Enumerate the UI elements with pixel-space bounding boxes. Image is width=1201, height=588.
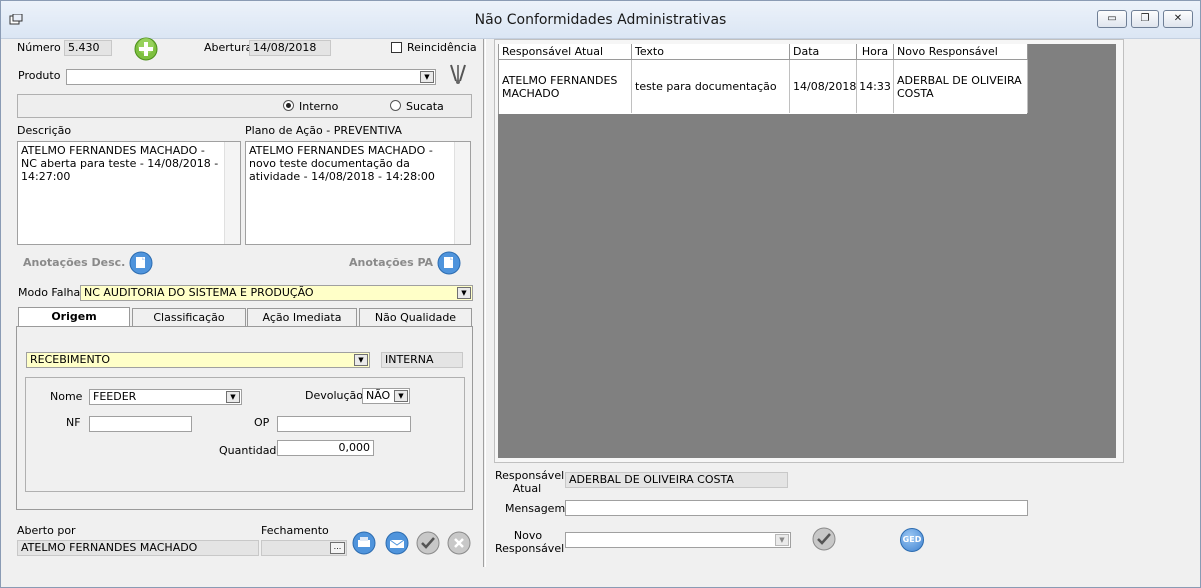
origem-tipo-select[interactable]: RECEBIMENTO ▼: [26, 352, 370, 368]
mensagem-field[interactable]: [565, 500, 1028, 516]
tab-acao-imediata[interactable]: Ação Imediata: [247, 308, 357, 326]
minimize-button[interactable]: ▭: [1097, 10, 1127, 28]
devolucao-select[interactable]: NÃO ▼: [362, 388, 410, 404]
aberto-por-label: Aberto por: [17, 524, 76, 537]
grid-header-data[interactable]: Data: [790, 44, 857, 60]
nf-label: NF: [66, 416, 81, 429]
quantidade-field[interactable]: 0,000: [277, 440, 374, 456]
tools-icon[interactable]: [447, 63, 469, 85]
descricao-text: ATELMO FERNANDES MACHADO - NC aberta par…: [21, 144, 219, 183]
fechamento-field[interactable]: ...: [261, 540, 347, 556]
tab-origem[interactable]: Origem: [18, 307, 130, 327]
op-field[interactable]: [277, 416, 411, 432]
table-row-cell-texto[interactable]: teste para documentação: [632, 60, 790, 113]
app-window: Não Conformidades Administrativas ▭ ❐ ✕ …: [0, 0, 1201, 588]
tab-classificacao[interactable]: Classificação: [132, 308, 246, 326]
title-bar: Não Conformidades Administrativas ▭ ❐ ✕: [1, 1, 1200, 39]
chevron-down-icon[interactable]: ▼: [394, 390, 408, 402]
history-table: Responsável Atual Texto Data Hora Novo R…: [498, 44, 1028, 114]
panel-splitter[interactable]: [483, 39, 486, 567]
history-grid: Responsável Atual Texto Data Hora Novo R…: [498, 44, 1116, 458]
plano-scrollbar[interactable]: [454, 142, 470, 244]
chevron-down-icon[interactable]: ▼: [354, 354, 368, 366]
devolucao-label: Devolução: [305, 389, 364, 402]
confirm-check-icon[interactable]: [416, 531, 440, 555]
cancel-x-icon[interactable]: [447, 531, 471, 555]
modo-falha-value: NC AUDITORIA DO SISTEMA E PRODUÇÃO: [84, 286, 314, 299]
produto-select[interactable]: ▼: [66, 69, 436, 85]
chevron-down-icon[interactable]: ▼: [457, 287, 471, 299]
ged-button[interactable]: GED: [900, 528, 924, 552]
descricao-scrollbar[interactable]: [224, 142, 240, 244]
close-button[interactable]: ✕: [1163, 10, 1193, 28]
mensagem-label: Mensagem: [505, 502, 566, 515]
aberto-por-field: ATELMO FERNANDES MACHADO: [17, 540, 259, 556]
interno-label: Interno: [299, 100, 339, 113]
nome-value: FEEDER: [93, 390, 137, 403]
window-title: Não Conformidades Administrativas: [474, 12, 727, 28]
interno-radio[interactable]: [283, 100, 294, 111]
email-icon[interactable]: [385, 531, 409, 555]
table-row-cell-responsavel-atual[interactable]: ATELMO FERNANDES MACHADO: [499, 60, 632, 113]
resp-atual-label: Responsável Atual: [495, 469, 565, 495]
resp-atual-field: ADERBAL DE OLIVEIRA COSTA: [565, 472, 788, 488]
chevron-down-icon[interactable]: ▼: [420, 71, 434, 83]
table-row-cell-hora[interactable]: 14:33: [857, 60, 894, 113]
reincidencia-checkbox[interactable]: [391, 42, 402, 53]
nome-select[interactable]: FEEDER ▼: [89, 389, 242, 405]
devolucao-value: NÃO: [366, 389, 391, 402]
origem-interna-field: INTERNA: [381, 352, 463, 368]
novo-resp-label: Novo Responsável: [495, 529, 565, 555]
numero-field: 5.430: [64, 40, 112, 56]
anotacoes-pa-icon[interactable]: [437, 251, 461, 275]
plano-text: ATELMO FERNANDES MACHADO - novo teste do…: [249, 144, 435, 183]
grid-header-novo-responsavel[interactable]: Novo Responsável: [894, 44, 1028, 60]
sucata-radio[interactable]: [390, 100, 401, 111]
anotacoes-pa-label: Anotações PA: [349, 256, 434, 269]
fechamento-label: Fechamento: [261, 524, 329, 537]
op-label: OP: [254, 416, 270, 429]
plano-label: Plano de Ação - PREVENTIVA: [245, 124, 402, 137]
add-plus-icon[interactable]: [134, 37, 158, 61]
fechamento-picker-button[interactable]: ...: [330, 542, 345, 554]
confirm-check-icon[interactable]: [812, 527, 836, 551]
sucata-label: Sucata: [406, 100, 444, 113]
modo-falha-label: Modo Falha: [18, 286, 81, 299]
origem-tipo-value: RECEBIMENTO: [30, 353, 111, 366]
print-icon[interactable]: [352, 531, 376, 555]
grid-header-texto[interactable]: Texto: [632, 44, 790, 60]
descricao-label: Descrição: [17, 124, 72, 137]
anotacoes-desc-label: Anotações Desc.: [23, 256, 126, 269]
reincidencia-label: Reincidência: [407, 41, 477, 54]
numero-label: Número: [17, 41, 61, 54]
descricao-textarea[interactable]: ATELMO FERNANDES MACHADO - NC aberta par…: [17, 141, 241, 245]
tab-nao-qualidade[interactable]: Não Qualidade: [359, 308, 472, 326]
grid-header-hora[interactable]: Hora: [857, 44, 894, 60]
restore-button[interactable]: ❐: [1131, 10, 1159, 28]
produto-label: Produto: [18, 69, 61, 82]
quantidade-label: Quantidade: [219, 444, 284, 457]
abertura-field: 14/08/2018: [249, 40, 331, 56]
novo-resp-select[interactable]: ▼: [565, 532, 791, 548]
abertura-label: Abertura: [204, 41, 253, 54]
tipo-group: [17, 94, 472, 118]
anotacoes-desc-icon[interactable]: [129, 251, 153, 275]
plano-textarea[interactable]: ATELMO FERNANDES MACHADO - novo teste do…: [245, 141, 471, 245]
table-row-cell-novo-responsavel[interactable]: ADERBAL DE OLIVEIRA COSTA: [894, 60, 1028, 113]
nf-field[interactable]: [89, 416, 192, 432]
table-row-cell-data[interactable]: 14/08/2018: [790, 60, 857, 113]
grid-header-responsavel-atual[interactable]: Responsável Atual: [499, 44, 632, 60]
chevron-down-icon[interactable]: ▼: [226, 391, 240, 403]
modo-falha-select[interactable]: NC AUDITORIA DO SISTEMA E PRODUÇÃO ▼: [80, 285, 473, 301]
nome-label: Nome: [50, 390, 83, 403]
chevron-down-icon[interactable]: ▼: [775, 534, 789, 546]
